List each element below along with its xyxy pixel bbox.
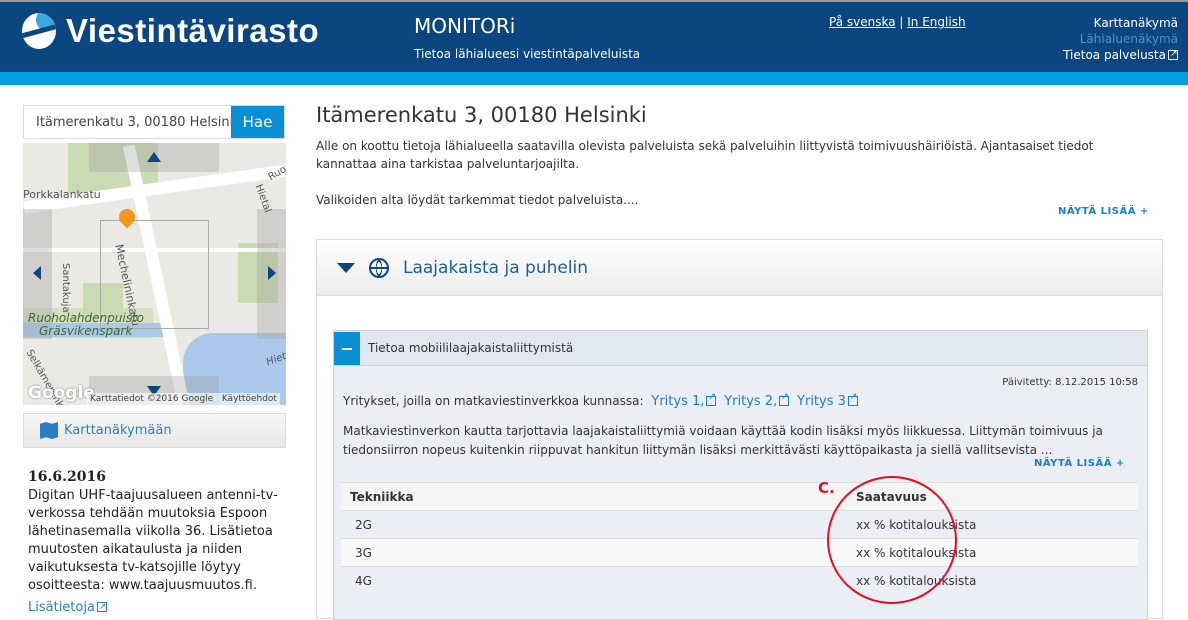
- nav-about[interactable]: Tietoa palvelusta: [1063, 46, 1178, 63]
- lang-separator: |: [899, 15, 904, 29]
- news-text: Digitan UHF-taajuusalueen antenni-tv-ver…: [28, 488, 278, 593]
- subpanel-title: Tietoa mobiililaajakaistaliittymistä: [368, 341, 574, 355]
- more-info-link[interactable]: Lisätietoja: [28, 598, 283, 617]
- description: Matkaviestinverkon kautta tarjottavia la…: [343, 424, 1103, 457]
- subpanel-header[interactable]: − Tietoa mobiililaajakaistaliittymistä: [334, 331, 1147, 366]
- table-row: 4G xx % kotitalouksista: [341, 566, 1138, 595]
- operator-link[interactable]: Yritys 2,: [724, 392, 790, 409]
- attribution-text: Karttatiedot ©2016 Google: [90, 394, 214, 404]
- operator-link[interactable]: Yritys 3: [797, 392, 858, 409]
- header: Viestintävirasto MONITORi Tietoa lähialu…: [0, 0, 1188, 72]
- map-icon: [40, 422, 58, 439]
- lang-swedish-link[interactable]: På svenska: [829, 15, 896, 29]
- table-row: 3G xx % kotitalouksista: [341, 538, 1138, 567]
- pan-left-icon[interactable]: [33, 266, 41, 280]
- nav-map-view[interactable]: Karttanäkymä: [1063, 15, 1178, 31]
- broadband-panel-header[interactable]: Laajakaista ja puhelin: [317, 240, 1162, 296]
- news-date: 16.6.2016: [28, 469, 106, 485]
- header-accent-strip: [0, 72, 1188, 85]
- intro-text: Alle on koottu tietoja lähialueella saat…: [316, 139, 1094, 171]
- news-item: 16.6.2016 Digitan UHF-taajuusalueen ante…: [28, 468, 283, 617]
- external-link-icon: [1168, 46, 1178, 62]
- operators: Yritykset, joilla on matkaviestinverkkoa…: [343, 392, 858, 409]
- map-view-button[interactable]: Karttanäkymään: [23, 413, 286, 448]
- intro-text-2: Valikoiden alta löydät tarkemmat tiedot …: [316, 193, 639, 207]
- intro: Alle on koottu tietoja lähialueella saat…: [316, 137, 1156, 209]
- pan-right-icon[interactable]: [268, 266, 276, 280]
- broadband-panel: Laajakaista ja puhelin − Tietoa mobiilila…: [316, 239, 1163, 620]
- app-subtitle: Tietoa lähialueesi viestintäpalveluista: [414, 47, 641, 61]
- panel-title: Laajakaista ja puhelin: [403, 257, 589, 278]
- updated-timestamp: Päivitetty: 8.12.2015 10:58: [1002, 377, 1138, 388]
- table-row: 2G xx % kotitalouksista: [341, 510, 1138, 539]
- language-switch: På svenska | In English: [829, 15, 966, 29]
- external-link-icon: [96, 598, 107, 616]
- search-button[interactable]: Hae: [231, 106, 284, 138]
- terms-link[interactable]: Käyttöehdot: [222, 394, 277, 404]
- logo[interactable]: Viestintävirasto: [22, 12, 319, 50]
- map-label: Gräsvikenspark: [39, 324, 133, 338]
- external-link-icon: [706, 392, 717, 406]
- annotation-circle: [827, 476, 957, 604]
- logo-text: Viestintävirasto: [66, 12, 320, 49]
- page-title: Itämerenkatu 3, 00180 Helsinki: [316, 103, 647, 127]
- app-title: MONITORi: [414, 14, 516, 38]
- mobile-broadband-subpanel: − Tietoa mobiililaajakaistaliittymistä Pä…: [333, 330, 1148, 620]
- map[interactable]: Porkkalankatu Mechelininkatu Santakuja R…: [23, 143, 286, 405]
- operator-link[interactable]: Yritys 1,: [651, 392, 717, 409]
- external-link-icon: [779, 392, 790, 406]
- lang-english-link[interactable]: In English: [907, 15, 965, 29]
- column-header: Tekniikka: [341, 482, 856, 511]
- show-more-link[interactable]: NÄYTÄ LISÄÄ +: [1034, 458, 1125, 469]
- google-logo: Google: [28, 383, 95, 403]
- address-input[interactable]: [24, 106, 231, 138]
- pan-up-icon[interactable]: [147, 152, 161, 162]
- view-nav: Karttanäkymä Lähialuenäkymä Tietoa palve…: [1063, 15, 1178, 63]
- external-link-icon: [847, 392, 858, 406]
- map-view-label: Karttanäkymään: [64, 423, 172, 438]
- globe-icon: [369, 257, 389, 278]
- map-label: Ruoholahdenpuisto: [28, 311, 144, 325]
- globe-logo-icon: [22, 13, 56, 49]
- annotation-label: C.: [818, 479, 835, 497]
- map-label: Santakuja: [60, 263, 71, 313]
- address-search: Hae: [23, 105, 285, 139]
- collapse-icon[interactable]: −: [334, 331, 360, 365]
- nav-local-view[interactable]: Lähialuenäkymä: [1063, 31, 1178, 47]
- show-more-link[interactable]: NÄYTÄ LISÄÄ +: [1058, 206, 1149, 217]
- caret-down-icon: [337, 262, 355, 273]
- nav-about-label: Tietoa palvelusta: [1063, 48, 1166, 62]
- availability-table: Tekniikka Saatavuus 2G xx % kotitalouksist…: [341, 482, 1138, 595]
- operators-label: Yritykset, joilla on matkaviestinverkkoa…: [343, 394, 644, 408]
- map-attribution: Karttatiedot ©2016 Google Käyttöehdot: [87, 393, 280, 405]
- map-label: Hietal: [252, 183, 274, 215]
- map-label: Porkkalankatu: [23, 188, 101, 201]
